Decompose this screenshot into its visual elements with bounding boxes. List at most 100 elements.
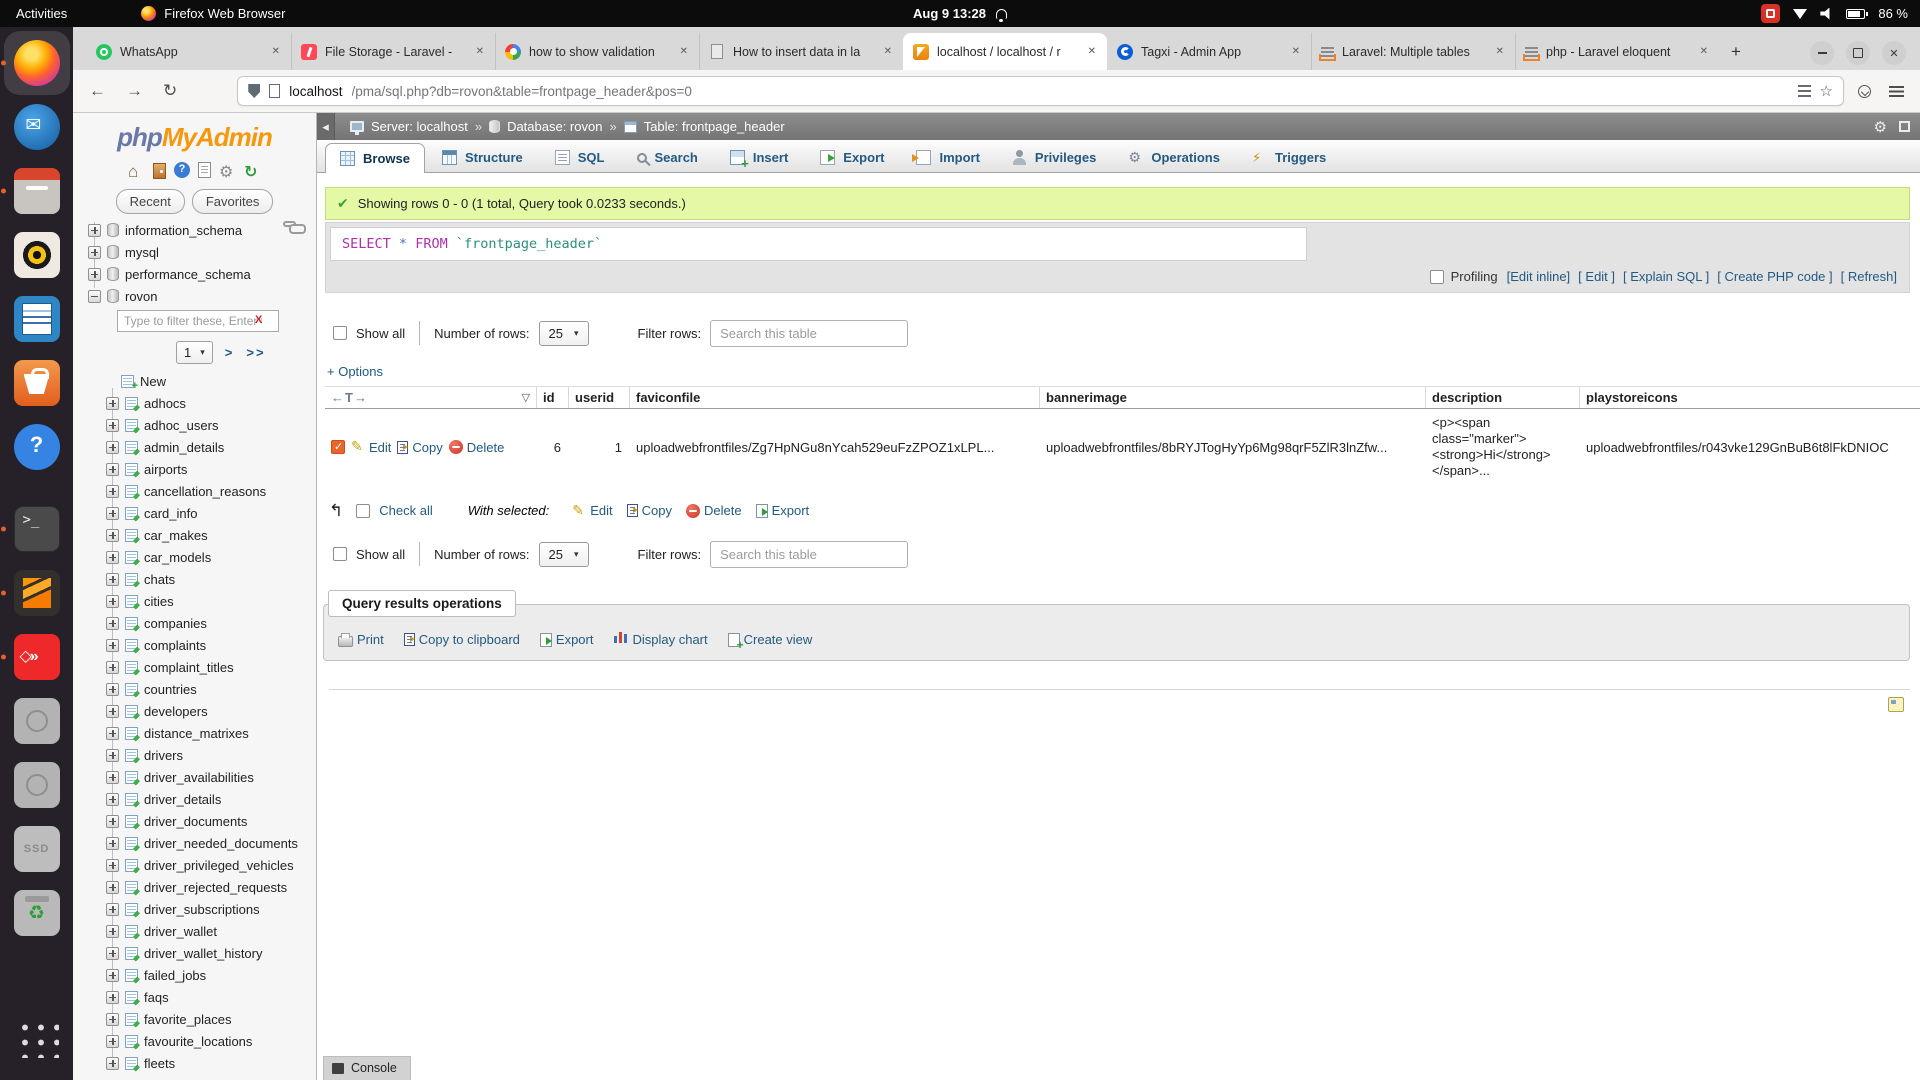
tab-close-icon[interactable]: ✕ (1698, 44, 1710, 59)
activities-button[interactable]: Activities (16, 6, 67, 21)
dock-item-disc-drive-2[interactable] (4, 753, 70, 817)
tree-page-select[interactable]: 1 ▾ (176, 341, 213, 364)
sidebar-table-item[interactable]: adhoc_users (73, 414, 316, 436)
documentation-icon[interactable] (198, 162, 211, 178)
column-browse-controls[interactable]: ←T→ (331, 390, 368, 405)
column-header-bannerimage[interactable]: bannerimage (1040, 387, 1426, 408)
sidebar-db-information-schema[interactable]: information_schema (73, 219, 316, 241)
dock-item-terminal[interactable] (4, 497, 70, 561)
browser-tab[interactable]: php - Laravel eloquent ✕ (1515, 33, 1719, 70)
expand-icon[interactable] (106, 1013, 119, 1026)
sidebar-table-item[interactable]: driver_subscriptions (73, 898, 316, 920)
browser-tab[interactable]: how to show validation ✕ (495, 33, 699, 70)
expand-icon[interactable] (106, 507, 119, 520)
row-copy-link[interactable]: Copy (397, 440, 442, 455)
tracking-shield-icon[interactable] (248, 84, 260, 98)
expand-icon[interactable] (88, 224, 101, 237)
dock-item-thunderbird[interactable] (4, 95, 70, 159)
sidebar-table-item[interactable]: developers (73, 700, 316, 722)
expand-icon[interactable] (106, 727, 119, 740)
sidebar-table-item[interactable]: companies (73, 612, 316, 634)
profiling-link[interactable]: [ Explain SQL ] (1623, 269, 1709, 284)
sidebar-table-item[interactable]: distance_matrixes (73, 722, 316, 744)
expand-icon[interactable] (106, 837, 119, 850)
sidebar-table-item[interactable]: cancellation_reasons (73, 480, 316, 502)
logout-icon[interactable] (153, 163, 166, 179)
sidebar-table-item[interactable]: driver_details (73, 788, 316, 810)
sidebar-table-item[interactable]: driver_documents (73, 810, 316, 832)
sidebar-table-item[interactable]: driver_needed_documents (73, 832, 316, 854)
sidebar-table-item[interactable]: driver_availabilities (73, 766, 316, 788)
browser-tab[interactable]: How to insert data in la ✕ (699, 33, 903, 70)
dock-item-firefox[interactable] (4, 31, 70, 95)
browser-tab[interactable]: File Storage - Laravel - ✕ (291, 33, 495, 70)
clock-menu[interactable]: Aug 9 13:28 (913, 6, 1007, 21)
new-tab-button[interactable]: + (1719, 33, 1753, 70)
with-selected-action[interactable]: Copy (627, 503, 672, 518)
tab-close-icon[interactable]: ✕ (474, 44, 486, 59)
dock-item-sublime-text[interactable] (4, 561, 70, 625)
expand-icon[interactable] (106, 881, 119, 894)
sidebar-table-item[interactable]: favourite_locations (73, 1030, 316, 1052)
sidebar-table-item[interactable]: faqs (73, 986, 316, 1008)
pma-tab[interactable]: SQL (540, 142, 620, 172)
pma-tab[interactable]: Export (805, 142, 899, 172)
expand-icon[interactable] (106, 551, 119, 564)
expand-icon[interactable] (106, 793, 119, 806)
rows-per-page-select[interactable]: 25 ▾ (539, 542, 589, 567)
profiling-link[interactable]: [Edit inline] (1507, 269, 1571, 284)
expand-window-icon[interactable] (1899, 121, 1910, 132)
system-tray[interactable]: 86 % (1761, 4, 1908, 23)
pma-tab[interactable]: Structure (427, 142, 538, 172)
rows-per-page-select[interactable]: 25 ▾ (539, 321, 589, 346)
sidebar-table-item[interactable]: card_info (73, 502, 316, 524)
profiling-checkbox[interactable] (1430, 270, 1444, 284)
browser-tab[interactable]: localhost / localhost / r ✕ (903, 33, 1107, 70)
column-header-playstoreicons[interactable]: playstoreicons (1580, 387, 1920, 408)
home-icon[interactable] (128, 162, 145, 179)
expand-icon[interactable] (106, 969, 119, 982)
favorites-button[interactable]: Favorites (192, 189, 273, 214)
expand-icon[interactable] (106, 947, 119, 960)
expand-icon[interactable] (106, 639, 119, 652)
sidebar-table-item[interactable]: airports (73, 458, 316, 480)
close-button[interactable] (1882, 41, 1906, 65)
row-delete-link[interactable]: Delete (449, 440, 505, 455)
expand-icon[interactable] (106, 661, 119, 674)
expand-icon[interactable] (88, 246, 101, 259)
sidebar-table-item[interactable]: admin_details (73, 436, 316, 458)
expand-icon[interactable] (106, 441, 119, 454)
filter-clear-icon[interactable]: X (255, 314, 262, 326)
sidebar-table-item[interactable]: car_models (73, 546, 316, 568)
forward-button[interactable]: → (126, 81, 143, 101)
dock-item-red-chevron-app[interactable] (4, 625, 70, 689)
options-toggle[interactable]: + Options (327, 364, 1920, 379)
dock-divider[interactable] (4, 479, 70, 497)
tree-next-page-link[interactable]: > (225, 345, 235, 360)
save-to-pocket-icon[interactable] (1858, 85, 1871, 98)
query-operation-link[interactable]: Copy to clipboard (404, 632, 520, 647)
dock-item-ubuntu-software[interactable] (4, 351, 70, 415)
back-button[interactable]: ← (89, 81, 106, 101)
collapse-icon[interactable] (88, 290, 101, 303)
browser-tab[interactable]: Tagxi - Admin App ✕ (1107, 33, 1311, 70)
expand-icon[interactable] (106, 529, 119, 542)
dock-item-app-grid[interactable] (4, 1006, 70, 1070)
browser-tab[interactable]: WhatsApp ✕ (87, 33, 291, 70)
column-header-userid[interactable]: userid (569, 387, 630, 408)
tree-last-page-link[interactable]: >> (246, 345, 265, 360)
sidebar-new-table[interactable]: New (73, 370, 316, 392)
sidebar-table-item[interactable]: favorite_places (73, 1008, 316, 1030)
breadcrumb-database[interactable]: Database: rovon (507, 119, 602, 134)
expand-icon[interactable] (106, 991, 119, 1004)
page-info-icon[interactable] (269, 84, 280, 98)
tab-close-icon[interactable]: ✕ (270, 44, 282, 59)
dock-item-files[interactable] (4, 159, 70, 223)
sidebar-table-item[interactable]: driver_rejected_requests (73, 876, 316, 898)
sidebar-db-rovon[interactable]: rovon (73, 285, 316, 307)
expand-icon[interactable] (106, 617, 119, 630)
check-all-checkbox[interactable] (356, 504, 370, 518)
dock-item-rhythmbox[interactable] (4, 223, 70, 287)
help-icon[interactable] (174, 162, 190, 178)
show-all-checkbox[interactable] (333, 326, 347, 340)
